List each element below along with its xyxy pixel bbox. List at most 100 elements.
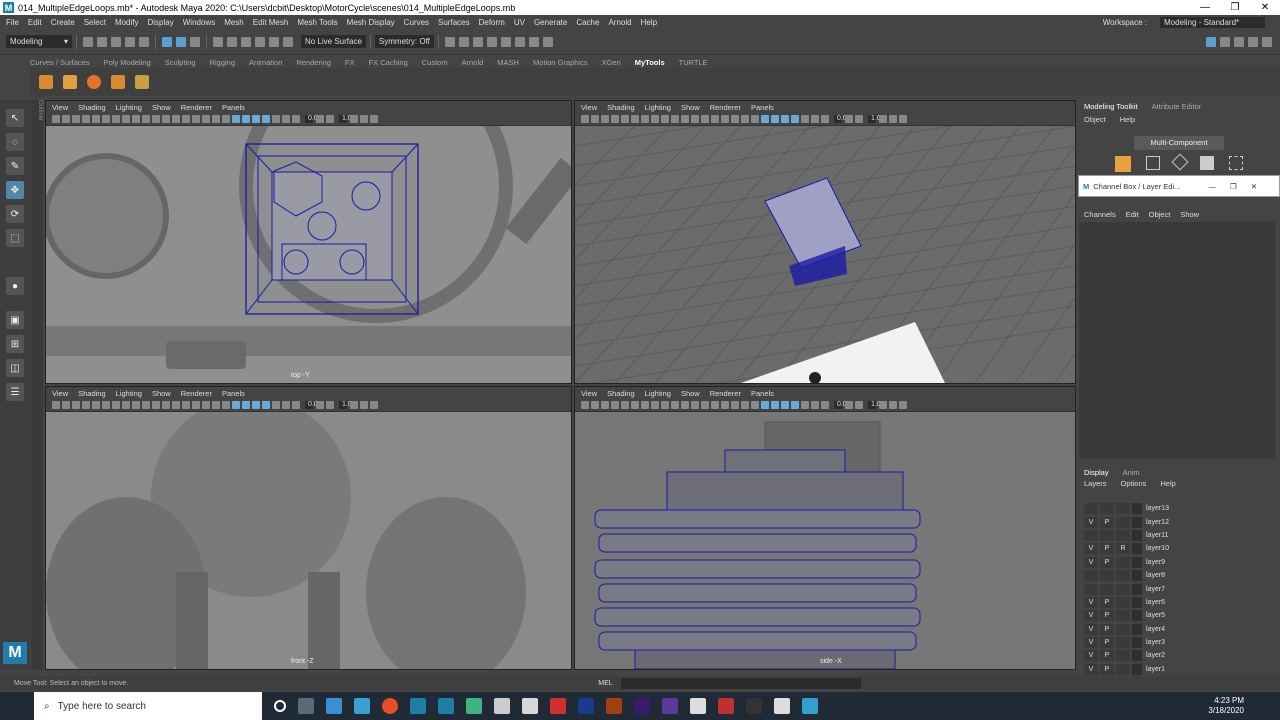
channel-box-body[interactable] [1079,222,1275,458]
layer-color-swatch[interactable] [1132,503,1142,515]
menu-deform[interactable]: Deform [479,18,505,27]
viewport-tool-icon[interactable] [631,115,639,123]
shelf-tab-fx-caching[interactable]: FX Caching [369,58,408,67]
layers-menu-help[interactable]: Help [1160,479,1175,488]
viewport-tool-icon[interactable] [821,115,829,123]
viewport-tool-icon[interactable] [162,401,170,409]
viewport-menu-renderer[interactable]: Renderer [181,103,212,112]
paint-select-icon[interactable]: ✎ [6,157,24,175]
cb-menu-object[interactable]: Object [1149,210,1171,219]
viewport-tool-icon[interactable] [899,401,907,409]
viewport-menu-show[interactable]: Show [681,103,700,112]
save-scene-icon[interactable] [111,36,121,47]
vertex-mode-icon[interactable] [1145,156,1160,170]
viewport-tool-icon[interactable] [641,115,649,123]
mode-select[interactable]: Modeling ▾ [6,35,72,48]
viewport-menu-lighting[interactable]: Lighting [116,103,142,112]
viewport-tool-icon[interactable] [845,401,853,409]
layer-type-toggle[interactable] [1116,503,1130,515]
toggle-attribute-editor-icon[interactable] [1220,36,1230,47]
viewport-side[interactable]: View Shading Lighting Show Renderer Panels 0.0… [574,386,1076,670]
menu-file[interactable]: File [6,18,19,27]
viewport-tool-icon[interactable] [721,401,729,409]
viewport-menu-show[interactable]: Show [152,389,171,398]
viewport-menu-panels[interactable]: Panels [222,103,245,112]
layer-visibility-toggle[interactable]: V [1084,623,1098,635]
layer-type-toggle[interactable] [1116,663,1130,675]
viewport-tool-icon[interactable] [182,401,190,409]
viewport-tool-icon[interactable] [811,401,819,409]
viewport-tool-icon[interactable] [691,401,699,409]
side-by-side-icon[interactable]: ◫ [6,359,24,377]
layers-menu-options[interactable]: Options [1121,479,1147,488]
shelf-tab-mash[interactable]: MASH [497,58,519,67]
viewport-tool-icon[interactable] [611,115,619,123]
gamma-field[interactable]: 1.00 [339,115,356,123]
layer-name[interactable]: layer6 [1146,599,1165,606]
tab-attribute-editor[interactable]: Attribute Editor [1152,102,1202,111]
object-mode-icon[interactable] [1115,156,1132,172]
shelf-tab-poly[interactable]: Poly Modeling [104,58,151,67]
select-tool-icon[interactable]: ↖ [6,109,24,127]
viewport-tool-icon[interactable] [879,115,887,123]
lasso-tool-icon[interactable]: ◌ [6,133,24,151]
light-icon[interactable] [528,36,539,47]
layer-visibility-toggle[interactable]: V [1084,556,1098,568]
snap-grid-icon[interactable] [213,36,223,47]
hypershade-icon[interactable] [486,36,497,47]
magnet-icon[interactable] [283,36,293,47]
layer-playback-toggle[interactable]: P [1100,596,1114,608]
layer-playback-toggle[interactable] [1100,529,1114,541]
layer-name[interactable]: layer7 [1146,586,1165,593]
layer-color-swatch[interactable] [1132,623,1142,635]
shelf-tool-5-icon[interactable] [135,75,149,89]
cb-menu-channels[interactable]: Channels [1084,210,1116,219]
layer-name[interactable]: layer10 [1146,545,1169,552]
viewport-tool-icon[interactable] [781,401,789,409]
ipr-render-icon[interactable] [458,36,469,47]
layer-visibility-toggle[interactable] [1084,570,1098,582]
menu-select[interactable]: Select [84,18,106,27]
viewport-tool-icon[interactable] [252,401,260,409]
viewport-tool-icon[interactable] [879,401,887,409]
menu-generate[interactable]: Generate [534,18,567,27]
viewport-tool-icon[interactable] [661,401,669,409]
taskbar-app-10-icon[interactable] [774,698,790,714]
layer-type-toggle[interactable] [1116,529,1130,541]
viewport-tool-icon[interactable] [631,401,639,409]
viewport-tool-icon[interactable] [821,401,829,409]
viewport-tool-icon[interactable] [370,401,378,409]
menu-arnold[interactable]: Arnold [608,18,631,27]
viewport-tool-icon[interactable] [316,115,324,123]
shelf-tool-2-icon[interactable] [63,75,77,89]
viewport-tool-icon[interactable] [711,401,719,409]
viewport-tool-icon[interactable] [292,401,300,409]
layer-type-toggle[interactable]: R [1116,543,1130,555]
exposure-field[interactable]: 0.00 [834,115,851,123]
undo-icon[interactable] [125,36,135,47]
viewport-menu-view[interactable]: View [581,103,597,112]
viewport-menu-show[interactable]: Show [681,389,700,398]
layer-visibility-toggle[interactable]: V [1084,516,1098,528]
viewport-tool-icon[interactable] [272,401,280,409]
viewport-tool-icon[interactable] [192,115,200,123]
layer-color-swatch[interactable] [1132,610,1142,622]
layer-playback-toggle[interactable]: P [1100,663,1114,675]
layer-row[interactable]: V P layer1 [1078,663,1280,676]
viewport-menu-show[interactable]: Show [152,103,171,112]
viewport-tool-icon[interactable] [202,401,210,409]
toggle-modeling-toolkit-icon[interactable] [1206,36,1216,47]
menu-mesh-display[interactable]: Mesh Display [347,18,395,27]
viewport-tool-icon[interactable] [326,115,334,123]
viewport-tool-icon[interactable] [350,115,358,123]
viewport-tool-icon[interactable] [591,115,599,123]
shelf-tab-custom[interactable]: Custom [422,58,448,67]
layer-type-toggle[interactable] [1116,623,1130,635]
close-button[interactable]: ✕ [1250,2,1280,13]
chrome-icon[interactable] [382,698,398,714]
layer-row[interactable]: layer13 [1078,502,1280,515]
viewport-tool-icon[interactable] [316,401,324,409]
viewport-tool-icon[interactable] [272,115,280,123]
viewport-menu-lighting[interactable]: Lighting [645,389,671,398]
viewport-tool-icon[interactable] [641,401,649,409]
